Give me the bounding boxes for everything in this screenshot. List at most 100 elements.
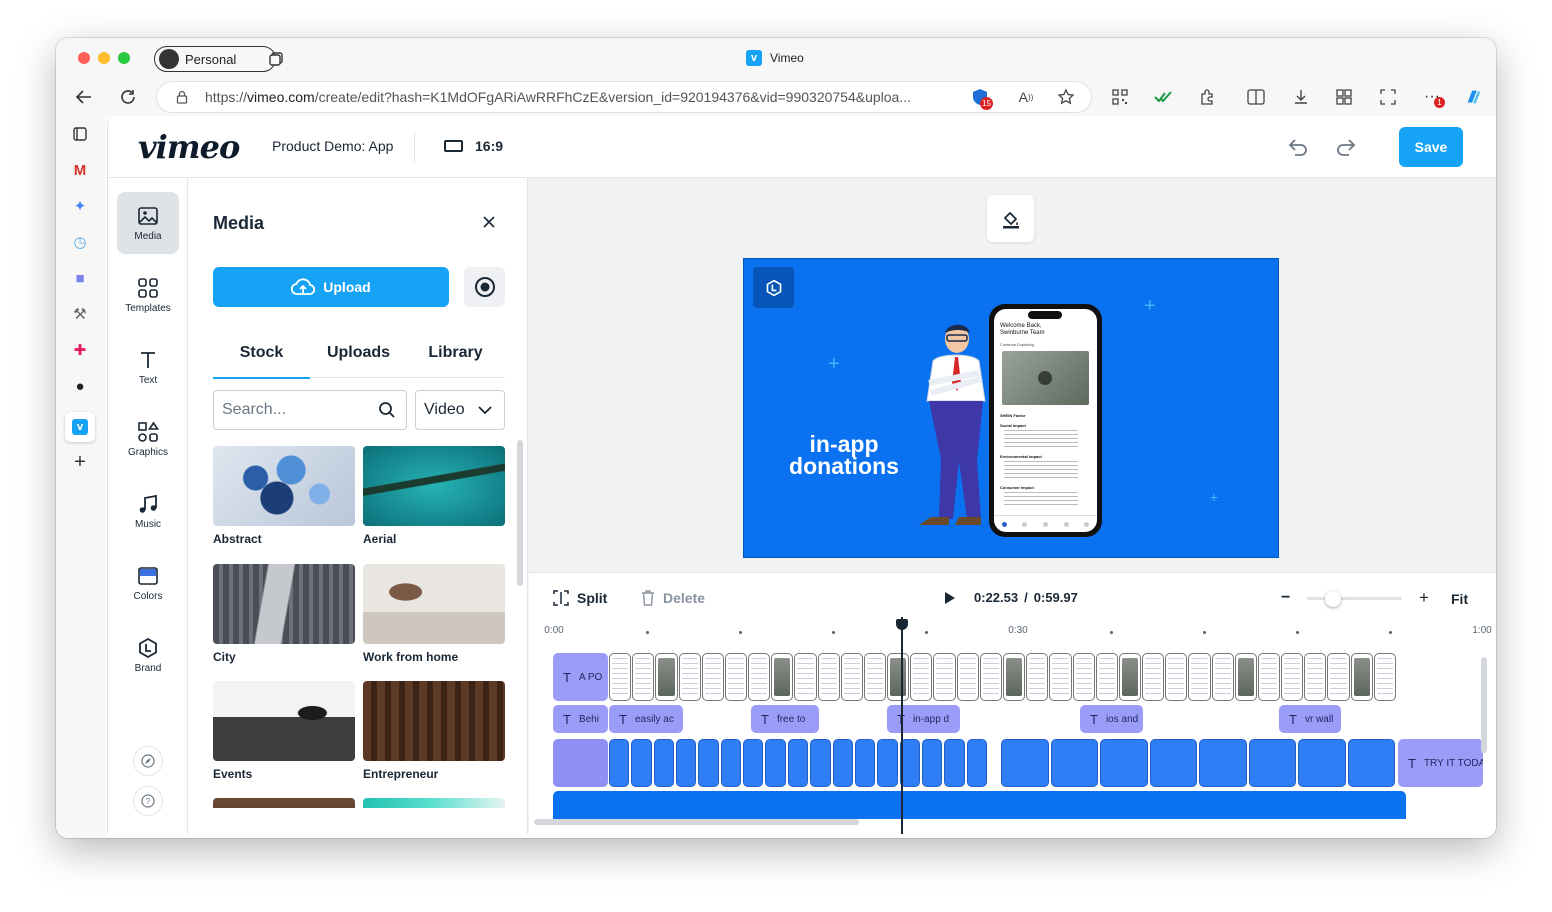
gemini-icon[interactable]: ✦ bbox=[70, 196, 90, 216]
video-clip[interactable] bbox=[956, 653, 979, 701]
split-screen-icon[interactable] bbox=[1246, 87, 1266, 107]
scene-clip[interactable] bbox=[921, 739, 943, 787]
puzzle-icon[interactable] bbox=[1198, 87, 1218, 107]
scene-clip[interactable] bbox=[676, 739, 697, 787]
audio-clip[interactable] bbox=[553, 791, 1406, 819]
save-button[interactable]: Save bbox=[1399, 127, 1463, 167]
video-clip[interactable] bbox=[794, 653, 817, 701]
scene-clip[interactable] bbox=[720, 739, 742, 787]
record-button[interactable] bbox=[464, 267, 505, 307]
split-button[interactable]: Split bbox=[553, 590, 607, 606]
aspect-ratio-button[interactable]: 16:9 bbox=[444, 138, 503, 154]
tab-library[interactable]: Library bbox=[407, 328, 504, 378]
search-input[interactable]: Search... bbox=[213, 390, 407, 430]
scene-clip[interactable] bbox=[1050, 739, 1098, 787]
playhead[interactable] bbox=[901, 617, 903, 834]
tool-text[interactable]: Text bbox=[117, 336, 179, 398]
tool-graphics[interactable]: Graphics bbox=[117, 408, 179, 470]
tool-media[interactable]: Media bbox=[117, 192, 179, 254]
end-text-clip[interactable]: T TRY IT TODA bbox=[1398, 739, 1483, 787]
help-icon[interactable]: ? bbox=[133, 786, 163, 816]
scene-clip[interactable] bbox=[944, 739, 965, 787]
slack-icon[interactable]: ✚ bbox=[70, 340, 90, 360]
text-clip[interactable]: Teasily ac bbox=[609, 705, 683, 733]
text-clip[interactable]: Tios and bbox=[1080, 705, 1143, 733]
gmail-icon[interactable]: M bbox=[70, 160, 90, 180]
close-window-button[interactable] bbox=[78, 52, 90, 64]
timer-icon[interactable]: ◷ bbox=[70, 232, 90, 252]
video-clip[interactable] bbox=[863, 653, 887, 701]
play-icon[interactable] bbox=[944, 591, 956, 605]
video-clip[interactable] bbox=[748, 653, 771, 701]
video-clip[interactable] bbox=[655, 653, 678, 701]
video-clip[interactable] bbox=[1257, 653, 1281, 701]
scene-clip[interactable] bbox=[787, 739, 809, 787]
category-card-work-from-home[interactable]: Work from home bbox=[363, 564, 505, 676]
text-clip[interactable]: Tvr wall bbox=[1279, 705, 1341, 733]
extension-icon[interactable]: 15 bbox=[970, 87, 993, 110]
address-bar[interactable]: https://vimeo.com/create/edit?hash=K1MdO… bbox=[156, 81, 1092, 113]
tab-uploads[interactable]: Uploads bbox=[310, 328, 407, 378]
tab-actions-icon[interactable] bbox=[268, 51, 284, 67]
video-clip[interactable] bbox=[632, 653, 655, 701]
scene-clip[interactable] bbox=[1149, 739, 1197, 787]
scene-clip[interactable] bbox=[1001, 739, 1049, 787]
category-card-abstract[interactable]: Abstract bbox=[213, 446, 355, 558]
media-type-select[interactable]: Video bbox=[415, 390, 505, 430]
more-options-icon[interactable]: ··· 1 bbox=[1422, 87, 1445, 108]
video-clip[interactable] bbox=[1072, 653, 1095, 701]
redo-icon[interactable] bbox=[1335, 136, 1357, 158]
timeline-vertical-scrollbar[interactable] bbox=[1481, 657, 1487, 753]
video-clip[interactable] bbox=[771, 653, 794, 701]
scene-clip[interactable] bbox=[832, 739, 853, 787]
screenshot-icon[interactable] bbox=[1378, 87, 1398, 107]
tool-templates[interactable]: Templates bbox=[117, 264, 179, 326]
upload-button[interactable]: Upload bbox=[213, 267, 449, 307]
video-clip[interactable] bbox=[1188, 653, 1211, 701]
scene-clip[interactable] bbox=[631, 739, 652, 787]
background-color-button[interactable] bbox=[987, 195, 1034, 242]
github-icon[interactable]: ● bbox=[70, 376, 90, 396]
video-clip[interactable] bbox=[840, 653, 863, 701]
scene-clip[interactable] bbox=[1199, 739, 1247, 787]
close-icon[interactable] bbox=[479, 212, 499, 232]
fit-button[interactable]: Fit bbox=[1451, 591, 1468, 607]
scene-clip[interactable] bbox=[609, 739, 630, 787]
active-tab[interactable]: v Vimeo bbox=[746, 50, 804, 66]
video-clip[interactable] bbox=[933, 653, 956, 701]
video-clip[interactable] bbox=[1373, 653, 1396, 701]
category-card-partial[interactable] bbox=[213, 798, 355, 808]
copilot-icon[interactable] bbox=[1464, 87, 1484, 107]
video-clip[interactable] bbox=[1026, 653, 1049, 701]
category-card-aerial[interactable]: Aerial bbox=[363, 446, 505, 558]
tab-stock[interactable]: Stock bbox=[213, 328, 310, 379]
scene-clip[interactable] bbox=[765, 739, 786, 787]
vimeo-logo[interactable]: vimeo bbox=[138, 128, 240, 166]
category-card-entrepreneur[interactable]: Entrepreneur bbox=[363, 681, 505, 793]
video-preview[interactable]: + + + in-app donations Welcome Back, Swi… bbox=[743, 258, 1279, 558]
video-clip[interactable] bbox=[1049, 653, 1072, 701]
video-clip[interactable] bbox=[1095, 653, 1118, 701]
favorite-star-icon[interactable] bbox=[1056, 87, 1076, 107]
category-card-events[interactable]: Events bbox=[213, 681, 355, 793]
scene-clip[interactable] bbox=[743, 739, 764, 787]
video-clip[interactable] bbox=[1142, 653, 1165, 701]
video-clip[interactable] bbox=[609, 653, 632, 701]
vimeo-sidebar-icon[interactable]: v bbox=[65, 412, 95, 442]
qr-code-icon[interactable] bbox=[1110, 87, 1130, 107]
text-clip[interactable]: TA PO bbox=[553, 653, 608, 701]
text-clip[interactable]: Tfree to bbox=[751, 705, 819, 733]
teams-icon[interactable]: ■ bbox=[70, 268, 90, 288]
scene-clip[interactable] bbox=[1347, 739, 1395, 787]
undo-icon[interactable] bbox=[1287, 136, 1309, 158]
category-card-partial[interactable] bbox=[363, 798, 505, 808]
video-clip[interactable] bbox=[1327, 653, 1350, 701]
video-clip[interactable] bbox=[1281, 653, 1304, 701]
scene-clip[interactable] bbox=[1100, 739, 1148, 787]
feedback-icon[interactable] bbox=[133, 746, 163, 776]
collections-icon[interactable] bbox=[1334, 87, 1354, 107]
profile-button[interactable]: Personal bbox=[154, 46, 276, 72]
project-name[interactable]: Product Demo: App bbox=[272, 138, 393, 154]
video-clip[interactable] bbox=[701, 653, 724, 701]
text-clip[interactable]: T Behi bbox=[553, 705, 608, 733]
